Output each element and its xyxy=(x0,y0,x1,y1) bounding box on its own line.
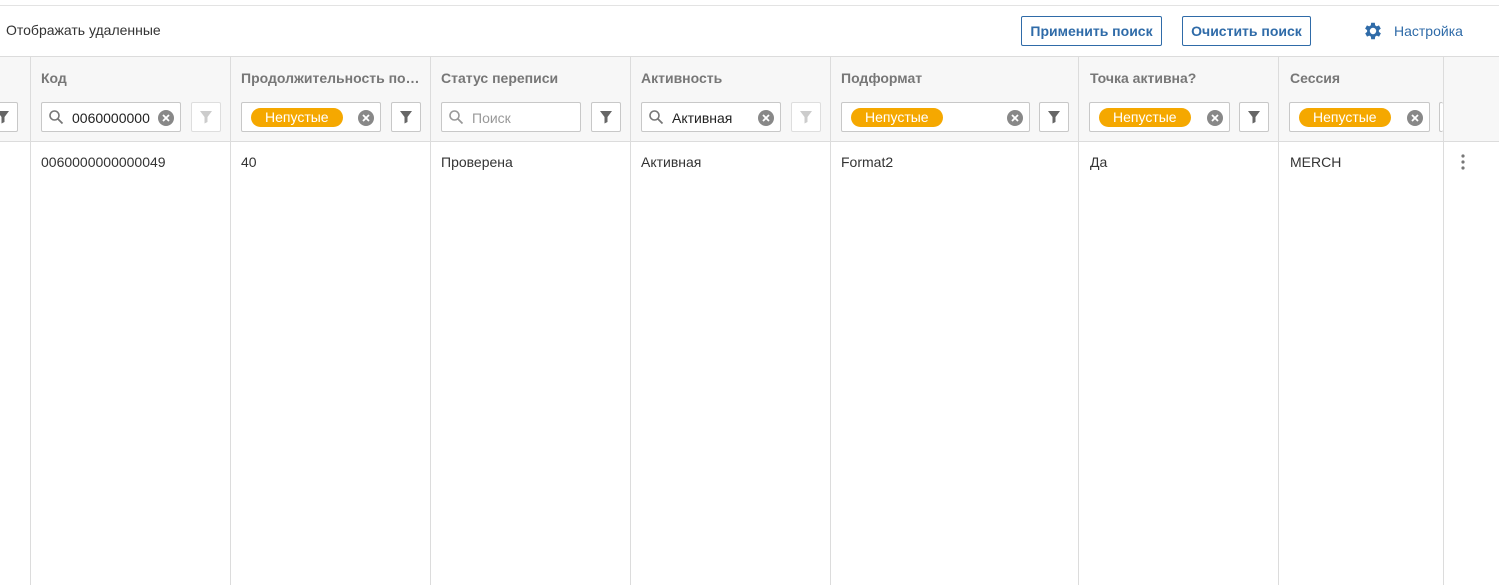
filter-icon xyxy=(600,111,612,124)
gear-icon xyxy=(1365,22,1381,40)
clear-filter-icon[interactable] xyxy=(1006,109,1024,127)
session-filter-button-partial[interactable] xyxy=(1439,102,1443,132)
column-divider[interactable] xyxy=(230,57,231,585)
subformat-filter[interactable]: Непустые xyxy=(841,102,1030,132)
clear-filter-icon[interactable] xyxy=(357,109,375,127)
duration-filter-button[interactable] xyxy=(391,102,421,132)
filter-icon xyxy=(0,111,9,124)
column-divider[interactable] xyxy=(1078,57,1079,585)
cell-session: MERCH xyxy=(1290,154,1342,170)
column-divider[interactable] xyxy=(430,57,431,585)
search-icon xyxy=(649,110,664,125)
activity-filter-input[interactable] xyxy=(672,107,752,129)
column-divider[interactable] xyxy=(830,57,831,585)
filter-icon xyxy=(400,111,412,124)
filter-icon xyxy=(200,111,212,124)
clear-filter-icon[interactable] xyxy=(1206,109,1224,127)
activity-filter[interactable] xyxy=(641,102,781,132)
filter-button[interactable] xyxy=(0,102,18,132)
clear-search-button[interactable]: Очистить поиск xyxy=(1182,16,1311,46)
column-header-subformat[interactable]: Подформат xyxy=(841,70,1061,86)
search-icon xyxy=(449,110,464,125)
filter-tag: Непустые xyxy=(1099,108,1191,127)
filter-tag: Непустые xyxy=(851,108,943,127)
filter-icon xyxy=(800,111,812,124)
show-deleted-label[interactable]: Отображать удаленные xyxy=(6,22,161,38)
filter-tag: Непустые xyxy=(251,108,343,127)
cell-activity: Активная xyxy=(641,154,702,170)
activity-filter-button[interactable] xyxy=(791,102,821,132)
filter-tag: Непустые xyxy=(1299,108,1391,127)
duration-filter[interactable]: Непустые xyxy=(241,102,381,132)
column-divider[interactable] xyxy=(1278,57,1279,585)
point-active-filter-button[interactable] xyxy=(1239,102,1269,132)
column-header-activity[interactable]: Активность xyxy=(641,70,821,86)
column-divider[interactable] xyxy=(630,57,631,585)
census-status-filter[interactable] xyxy=(441,102,581,132)
row-menu-icon[interactable] xyxy=(1455,152,1471,172)
column-header-code[interactable]: Код xyxy=(41,70,221,86)
clear-filter-icon[interactable] xyxy=(157,109,175,127)
code-filter-input[interactable] xyxy=(72,107,150,129)
apply-search-button[interactable]: Применить поиск xyxy=(1021,16,1162,46)
code-filter[interactable] xyxy=(41,102,181,132)
grid-toolbar: Отображать удаленные Применить поиск Очи… xyxy=(0,6,1499,56)
settings-button[interactable]: Настройка xyxy=(1362,19,1463,43)
column-divider[interactable] xyxy=(1443,57,1444,585)
column-divider[interactable] xyxy=(30,57,31,585)
column-header-point-active[interactable]: Точка активна? xyxy=(1090,70,1270,86)
cell-code: 0060000000000049 xyxy=(41,154,166,170)
clear-filter-icon[interactable] xyxy=(757,109,775,127)
column-header-session[interactable]: Сессия xyxy=(1290,70,1440,86)
column-header-census-status[interactable]: Статус переписи xyxy=(441,70,621,86)
search-icon xyxy=(49,110,64,125)
filter-icon xyxy=(1248,111,1260,124)
code-filter-button[interactable] xyxy=(191,102,221,132)
clear-filter-icon[interactable] xyxy=(1406,109,1424,127)
session-filter[interactable]: Непустые xyxy=(1289,102,1430,132)
data-grid: Код Продолжительность пос... Непустые Ст… xyxy=(0,56,1499,585)
column-header-duration[interactable]: Продолжительность пос... xyxy=(241,70,421,86)
cell-subformat: Format2 xyxy=(841,154,894,170)
cell-point-active: Да xyxy=(1090,154,1108,170)
settings-label: Настройка xyxy=(1394,23,1463,39)
census-status-filter-button[interactable] xyxy=(591,102,621,132)
census-status-search-input[interactable] xyxy=(472,107,572,129)
point-active-filter[interactable]: Непустые xyxy=(1089,102,1230,132)
cell-duration: 40 xyxy=(241,154,257,170)
subformat-filter-button[interactable] xyxy=(1039,102,1069,132)
cell-census-status: Проверена xyxy=(441,154,513,170)
filter-icon xyxy=(1048,111,1060,124)
